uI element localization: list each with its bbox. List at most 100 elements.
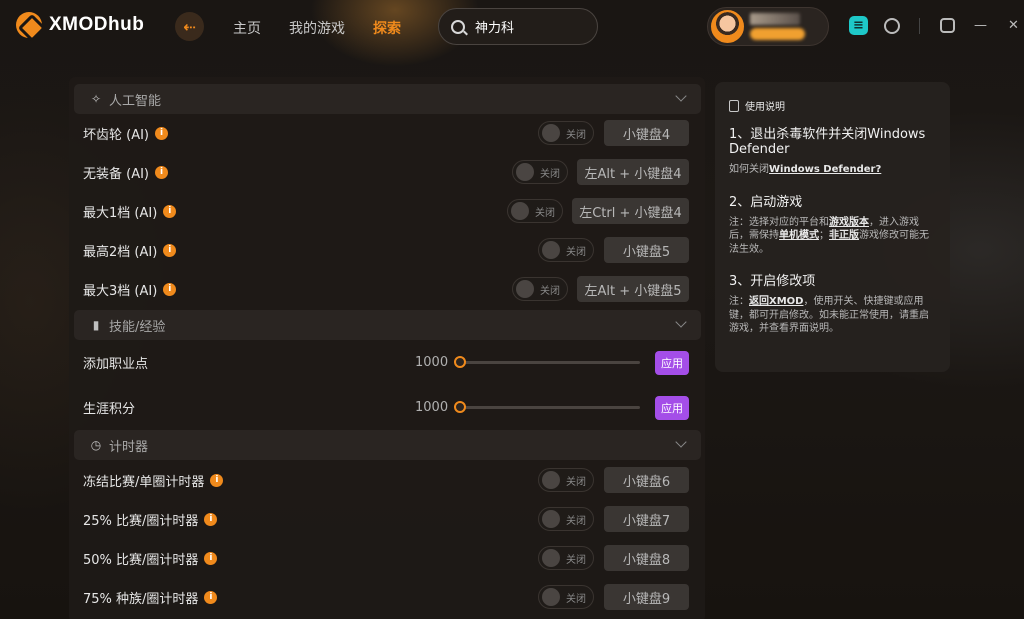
cheat-label: 最高2档 (AI) xyxy=(83,244,158,260)
slider-handle[interactable] xyxy=(454,356,466,368)
hotkey-button[interactable]: 小键盘8 xyxy=(604,545,689,571)
step-3-heading: 3、开启修改项 xyxy=(729,274,816,289)
avatar xyxy=(711,10,744,43)
cheat-label: 50% 比赛/圈计时器 xyxy=(83,552,199,568)
settings-icon[interactable] xyxy=(938,16,957,35)
hotkey-button[interactable]: 小键盘6 xyxy=(604,467,689,493)
windows-defender-link[interactable]: Windows Defender? xyxy=(769,164,881,175)
hotkey-button[interactable]: 左Ctrl + 小键盘4 xyxy=(572,198,689,224)
user-info xyxy=(750,13,805,40)
nav-my-games[interactable]: 我的游戏 xyxy=(289,18,345,38)
toggle-knob xyxy=(542,510,560,528)
instructions-title: 使用说明 xyxy=(745,102,785,113)
user-profile[interactable] xyxy=(707,7,829,46)
slider-value: 1000 xyxy=(415,400,449,415)
cheat-toggle[interactable]: 关闭 xyxy=(512,277,568,301)
cheat-row: 冻结比赛/单圈计时器 i xyxy=(83,466,689,494)
hotkey-button[interactable]: 小键盘5 xyxy=(604,237,689,263)
sync-icon[interactable]: ≡ xyxy=(849,16,868,35)
minimize-icon[interactable]: — xyxy=(971,16,990,35)
hotkey-button[interactable]: 小键盘7 xyxy=(604,506,689,532)
cheat-toggle[interactable]: 关闭 xyxy=(538,238,594,262)
cheat-label: 坏齿轮 (AI) xyxy=(83,127,150,143)
game-version-link[interactable]: 游戏版本 xyxy=(829,217,869,228)
non-genuine-link[interactable]: 非正版 xyxy=(829,230,859,241)
cheat-label: 无装备 (AI) xyxy=(83,166,150,182)
main-nav: 主页 我的游戏 探索 xyxy=(233,18,401,38)
toggle-label: 关闭 xyxy=(566,593,586,605)
cheat-toggle[interactable]: 关闭 xyxy=(538,507,594,531)
cheat-toggle[interactable]: 关闭 xyxy=(512,160,568,184)
info-icon[interactable]: i xyxy=(210,473,224,487)
instructions-header: 使用说明 xyxy=(729,98,936,113)
search-icon xyxy=(451,19,465,34)
chevron-down-icon xyxy=(675,316,687,328)
ai-icon: ✧ xyxy=(90,92,102,106)
slider-value: 1000 xyxy=(415,355,449,370)
step-3-text: 注：返回XMOD，使用开关、快捷键或应用键，都可开启修改。如未能正常使用，请重启… xyxy=(729,295,936,336)
cheat-row: 75% 种族/圈计时器 i xyxy=(83,583,689,611)
info-icon[interactable]: i xyxy=(204,512,218,526)
step-3-part: 注： xyxy=(729,296,749,307)
nav-explore[interactable]: 探索 xyxy=(373,18,401,38)
top-bar: XMODhub ⇠ 主页 我的游戏 探索 ≡ — ✕ xyxy=(0,0,1024,54)
info-icon[interactable]: i xyxy=(163,243,177,257)
search-box[interactable] xyxy=(438,8,598,45)
cheat-row: 最高2档 (AI) i xyxy=(83,236,689,264)
app-logo[interactable]: XMODhub xyxy=(16,12,144,38)
skill-label: 添加职业点 xyxy=(83,356,149,372)
notification-icon[interactable] xyxy=(882,16,901,35)
info-icon[interactable]: i xyxy=(163,282,177,296)
hotkey-button[interactable]: 左Alt + 小键盘5 xyxy=(577,276,689,302)
app-name: XMODhub xyxy=(49,14,145,35)
slider-track[interactable] xyxy=(458,406,640,409)
window-controls: ≡ — ✕ xyxy=(849,16,1023,35)
cheat-label: 最大1档 (AI) xyxy=(83,205,158,221)
cheat-toggle[interactable]: 关闭 xyxy=(538,468,594,492)
search-input[interactable] xyxy=(475,19,585,34)
toggle-knob xyxy=(542,588,560,606)
step-2-part: 注：选择对应的平台和 xyxy=(729,216,829,228)
hotkey-button[interactable]: 左Alt + 小键盘4 xyxy=(577,159,689,185)
info-icon[interactable]: i xyxy=(155,165,169,179)
divider xyxy=(919,17,920,34)
toggle-label: 关闭 xyxy=(566,515,586,527)
step-2-text: 注：选择对应的平台和游戏版本，进入游戏后，需保持单机模式；非正版游戏修改可能无法… xyxy=(729,216,936,257)
info-icon[interactable]: i xyxy=(204,551,218,565)
close-icon[interactable]: ✕ xyxy=(1004,16,1023,35)
skill-label: 生涯积分 xyxy=(83,401,136,417)
info-icon[interactable]: i xyxy=(204,590,218,604)
apply-button[interactable]: 应用 xyxy=(655,396,689,420)
info-icon[interactable]: i xyxy=(155,126,169,140)
section-timer-header[interactable]: ◷ 计时器 xyxy=(74,430,701,460)
cheat-toggle[interactable]: 关闭 xyxy=(538,585,594,609)
back-button[interactable]: ⇠ xyxy=(175,12,204,41)
hotkey-button[interactable]: 小键盘9 xyxy=(604,584,689,610)
slider-track[interactable] xyxy=(458,361,640,364)
section-ai-header[interactable]: ✧ 人工智能 xyxy=(74,84,701,114)
bar-chart-icon: ▮ xyxy=(92,318,100,332)
info-icon[interactable]: i xyxy=(163,204,177,218)
step-1-text: 如何关闭Windows Defender? xyxy=(729,163,936,177)
toggle-knob xyxy=(511,202,529,220)
cheat-toggle[interactable]: 关闭 xyxy=(538,121,594,145)
apply-button[interactable]: 应用 xyxy=(655,351,689,375)
return-xmod-link[interactable]: 返回XMOD xyxy=(749,296,803,307)
nav-home[interactable]: 主页 xyxy=(233,18,261,38)
offline-mode-link[interactable]: 单机模式 xyxy=(779,230,819,241)
cheat-toggle[interactable]: 关闭 xyxy=(507,199,563,223)
cheat-label: 冻结比赛/单圈计时器 xyxy=(83,474,205,490)
toggle-label: 关闭 xyxy=(540,285,560,297)
toggle-knob xyxy=(542,549,560,567)
toggle-knob xyxy=(542,471,560,489)
slider-handle[interactable] xyxy=(454,401,466,413)
step-1-heading: 1、退出杀毒软件并关闭Windows Defender xyxy=(729,127,926,157)
toggle-label: 关闭 xyxy=(566,129,586,141)
hotkey-button[interactable]: 小键盘4 xyxy=(604,120,689,146)
cheat-row: 坏齿轮 (AI) i xyxy=(83,119,689,147)
toggle-label: 关闭 xyxy=(566,476,586,488)
section-skills-header[interactable]: ▮ 技能/经验 xyxy=(74,310,701,340)
cheat-toggle[interactable]: 关闭 xyxy=(538,546,594,570)
cheat-label: 25% 比赛/圈计时器 xyxy=(83,513,199,529)
xmod-logo-icon xyxy=(16,12,42,38)
